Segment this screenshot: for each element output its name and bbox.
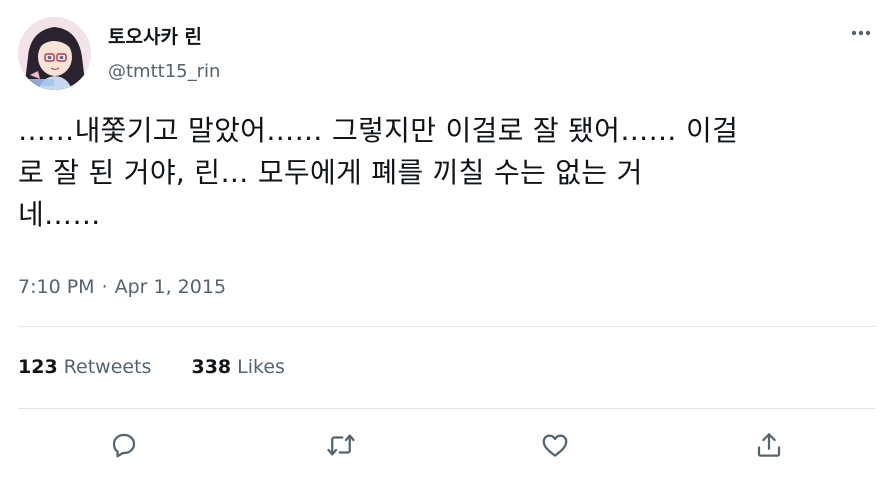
engagement-stats: 123 Retweets 338 Likes: [18, 354, 285, 380]
avatar[interactable]: [18, 17, 91, 90]
meta-separator: ·: [101, 276, 108, 298]
heart-icon: [542, 434, 568, 457]
more-horizontal-icon: [851, 30, 871, 36]
share-button[interactable]: [750, 426, 788, 464]
more-options-button[interactable]: [846, 18, 876, 48]
tweet-text-line: 로 잘 된 거야, 린… 모두에게 폐를 끼칠 수는 없는 거: [18, 156, 643, 189]
reply-button[interactable]: [105, 426, 143, 464]
tweet-timestamp[interactable]: 7:10 PM · Apr 1, 2015: [18, 274, 226, 300]
author-handle[interactable]: @tmtt15_rin: [108, 60, 220, 84]
tweet-date: Apr 1, 2015: [114, 276, 227, 298]
likes-label: Likes: [237, 356, 285, 378]
retweet-arrows-icon: [327, 434, 355, 456]
retweet-button[interactable]: [322, 426, 360, 464]
share-upload-icon: [757, 433, 781, 457]
like-button[interactable]: [536, 426, 574, 464]
divider: [18, 326, 876, 327]
tweet-text-line: 네……: [18, 198, 101, 231]
speech-bubble-icon: [112, 433, 136, 458]
divider: [18, 408, 876, 409]
tweet-text: ……내쫓기고 말았어…… 그렇지만 이걸로 잘 됐어…… 이걸 로 잘 된 거야…: [18, 110, 878, 236]
avatar-image: [18, 17, 91, 90]
likes-stat[interactable]: 338 Likes: [191, 354, 284, 380]
retweets-label: Retweets: [63, 356, 152, 378]
retweets-count: 123: [18, 356, 58, 378]
retweets-stat[interactable]: 123 Retweets: [18, 354, 151, 380]
tweet-time: 7:10 PM: [18, 276, 95, 298]
author-display-name[interactable]: 토오사카 린: [108, 24, 202, 50]
tweet-text-line: ……내쫓기고 말았어…… 그렇지만 이걸로 잘 됐어…… 이걸: [18, 114, 739, 147]
likes-count: 338: [191, 356, 232, 378]
